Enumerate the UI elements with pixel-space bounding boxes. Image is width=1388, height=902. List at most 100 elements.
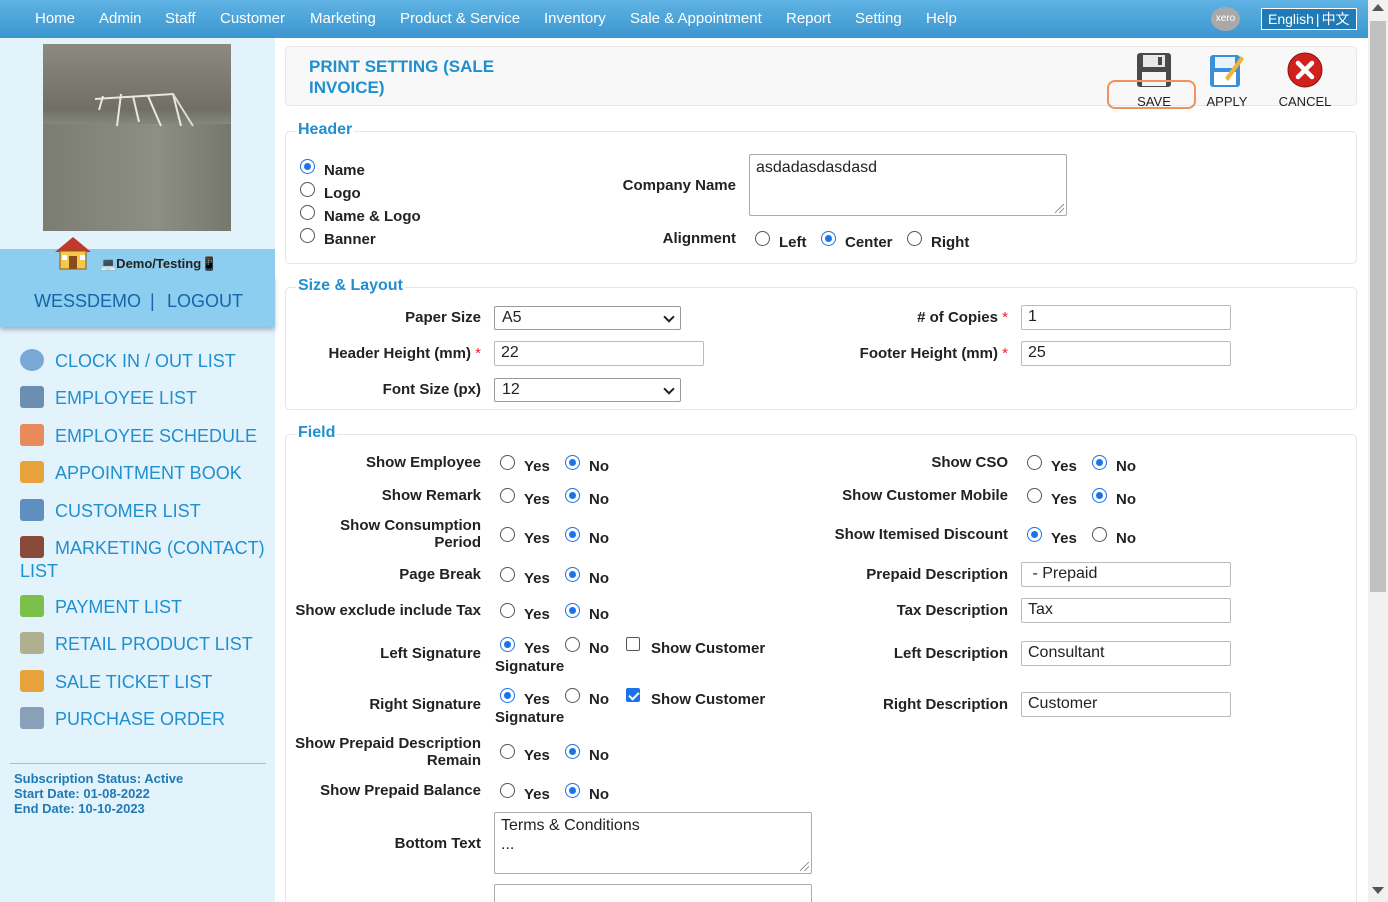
- yes-label: Yes: [524, 786, 550, 803]
- header-type-name-logo-radio[interactable]: [300, 205, 315, 220]
- show-prepaid-balance-no-radio[interactable]: [565, 783, 580, 798]
- bottom-text-textarea[interactable]: Terms & Conditions ...: [494, 812, 812, 874]
- field-section-label: Field: [296, 424, 338, 442]
- right-signature-no-radio[interactable]: [565, 688, 580, 703]
- header-height-input[interactable]: 22: [494, 341, 704, 366]
- header-type-name-radio[interactable]: [300, 159, 315, 174]
- right-description-label: Right Description: [882, 696, 1008, 713]
- menu-retail-product-list[interactable]: RETAIL PRODUCT LIST: [20, 632, 270, 656]
- size-layout-section-label: Size & Layout: [296, 277, 405, 295]
- yes-label: Yes: [524, 458, 550, 475]
- header-type-banner-radio[interactable]: [300, 228, 315, 243]
- show-exclude-include-tax-yes-radio[interactable]: [500, 603, 515, 618]
- menu-payment-list[interactable]: PAYMENT LIST: [20, 595, 270, 619]
- show-remark-yes-radio[interactable]: [500, 488, 515, 503]
- menu-customer-list[interactable]: CUSTOMER LIST: [20, 499, 270, 523]
- alignment-center-radio[interactable]: [821, 231, 836, 246]
- left-signature-no-radio[interactable]: [565, 637, 580, 652]
- lang-chinese[interactable]: 中文: [1322, 11, 1350, 27]
- nav-home[interactable]: Home: [35, 10, 75, 27]
- apply-button[interactable]: APPLY: [1205, 52, 1249, 109]
- show-cso-yes-radio[interactable]: [1027, 455, 1042, 470]
- left-description-input[interactable]: Consultant: [1021, 641, 1231, 666]
- show-itemised-discount-yes-radio[interactable]: [1027, 527, 1042, 542]
- alignment-right-radio[interactable]: [907, 231, 922, 246]
- nav-staff[interactable]: Staff: [165, 10, 196, 27]
- resize-grip-icon[interactable]: [800, 862, 809, 871]
- show-consumption-period-yes-radio[interactable]: [500, 527, 515, 542]
- tax-description-input[interactable]: Tax: [1021, 598, 1231, 623]
- company-name-label: Company Name: [622, 177, 736, 194]
- show-customer-mobile-no-radio[interactable]: [1092, 488, 1107, 503]
- left-show-customer-signature-checkbox[interactable]: [626, 637, 640, 651]
- company-name-textarea[interactable]: asdadasdasdasd: [749, 154, 1067, 216]
- home-icon[interactable]: [53, 234, 95, 270]
- prepaid-description-input[interactable]: - Prepaid: [1021, 562, 1231, 587]
- nav-sale-appointment[interactable]: Sale & Appointment: [630, 10, 762, 27]
- copies-input[interactable]: 1: [1021, 305, 1231, 330]
- yes-label: Yes: [524, 530, 550, 547]
- page-break-no-radio[interactable]: [565, 567, 580, 582]
- logout-link[interactable]: LOGOUT: [167, 291, 243, 312]
- alignment-right-label: Right: [931, 234, 970, 251]
- right-signature-yes-radio[interactable]: [500, 688, 515, 703]
- employee-list-icon: [20, 386, 44, 408]
- menu-clock-in-out-list[interactable]: CLOCK IN / OUT LIST: [20, 349, 270, 373]
- nav-setting[interactable]: Setting: [855, 10, 902, 27]
- show-customer-label: Show Customer: [651, 691, 766, 708]
- nav-report[interactable]: Report: [786, 10, 831, 27]
- nav-customer[interactable]: Customer: [220, 10, 285, 27]
- menu-employee-schedule[interactable]: EMPLOYEE SCHEDULE: [20, 424, 270, 448]
- lang-english[interactable]: English: [1268, 11, 1314, 27]
- menu-appointment-book[interactable]: APPOINTMENT BOOK: [20, 461, 270, 485]
- show-employee-no-radio[interactable]: [565, 455, 580, 470]
- show-itemised-discount-no-radio[interactable]: [1092, 527, 1107, 542]
- show-prepaid-balance-yes-radio[interactable]: [500, 783, 515, 798]
- cancel-button[interactable]: CANCEL: [1278, 52, 1332, 109]
- show-employee-yes-radio[interactable]: [500, 455, 515, 470]
- paper-size-label: Paper Size: [405, 309, 481, 326]
- company-name-value: asdadasdasdasd: [756, 159, 877, 176]
- show-cso-no-radio[interactable]: [1092, 455, 1107, 470]
- show-exclude-include-tax-no-radio[interactable]: [565, 603, 580, 618]
- right-show-customer-signature-checkbox[interactable]: [626, 688, 640, 702]
- left-signature-yes-radio[interactable]: [500, 637, 515, 652]
- alignment-left-radio[interactable]: [755, 231, 770, 246]
- show-prepaid-description-remain-yes-radio[interactable]: [500, 744, 515, 759]
- extra-textarea[interactable]: [494, 884, 812, 902]
- page-scrollbar[interactable]: [1368, 0, 1388, 902]
- page-break-yes-radio[interactable]: [500, 567, 515, 582]
- scroll-down-arrow-icon[interactable]: [1372, 887, 1384, 894]
- menu-employee-list[interactable]: EMPLOYEE LIST: [20, 386, 270, 410]
- menu-sale-ticket-list[interactable]: SALE TICKET LIST: [20, 670, 270, 694]
- font-size-select[interactable]: 12: [494, 378, 681, 402]
- scroll-up-arrow-icon[interactable]: [1372, 4, 1384, 11]
- nav-help[interactable]: Help: [926, 10, 957, 27]
- no-label: No: [589, 747, 609, 764]
- menu-purchase-order[interactable]: PURCHASE ORDER: [20, 707, 270, 731]
- show-customer-mobile-yes-radio[interactable]: [1027, 488, 1042, 503]
- header-type-logo-radio[interactable]: [300, 182, 315, 197]
- username-link[interactable]: WESSDEMO: [34, 291, 141, 312]
- footer-height-input[interactable]: 25: [1021, 341, 1231, 366]
- menu-label: SALE TICKET LIST: [55, 672, 213, 692]
- nav-product-service[interactable]: Product & Service: [400, 10, 520, 27]
- resize-grip-icon[interactable]: [1055, 204, 1064, 213]
- payment-icon: [20, 595, 44, 617]
- show-remark-no-radio[interactable]: [565, 488, 580, 503]
- show-consumption-period-no-radio[interactable]: [565, 527, 580, 542]
- scroll-thumb[interactable]: [1370, 21, 1386, 592]
- nav-admin[interactable]: Admin: [99, 10, 142, 27]
- page-title-line2: INVOICE): [309, 78, 385, 97]
- nav-marketing[interactable]: Marketing: [310, 10, 376, 27]
- show-prepaid-description-remain-no-radio[interactable]: [565, 744, 580, 759]
- menu-marketing-contact-list[interactable]: MARKETING (CONTACT) LIST: [20, 536, 270, 583]
- paper-size-select[interactable]: A5: [494, 306, 681, 330]
- field-section-panel: [285, 434, 1357, 902]
- menu-label: PAYMENT LIST: [55, 597, 183, 617]
- xero-icon[interactable]: xero: [1211, 7, 1240, 31]
- language-switcher[interactable]: English | 中文: [1261, 8, 1357, 30]
- no-label: No: [589, 786, 609, 803]
- nav-inventory[interactable]: Inventory: [544, 10, 606, 27]
- right-description-input[interactable]: Customer: [1021, 692, 1231, 717]
